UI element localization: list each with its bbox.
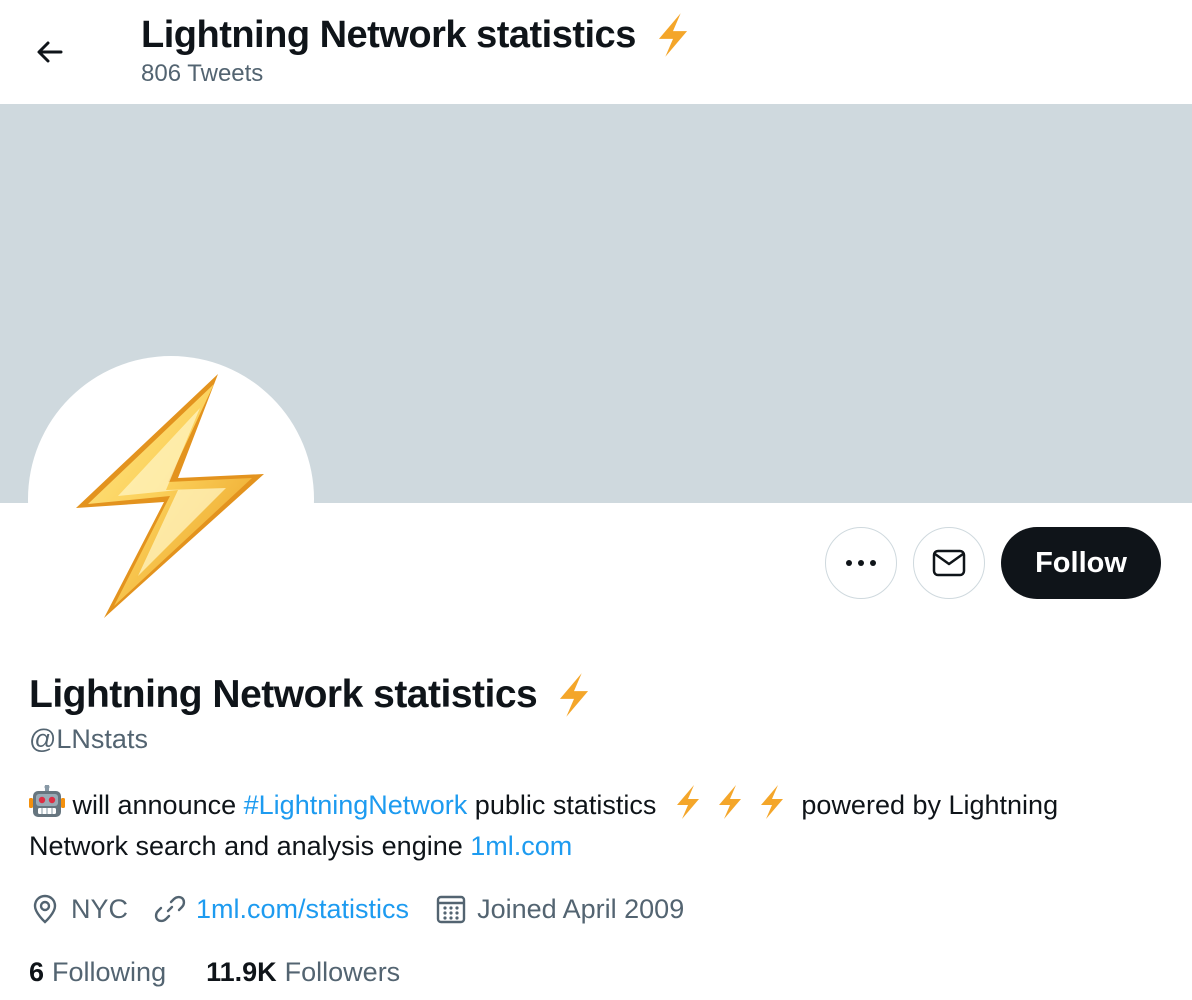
website-link[interactable]: 1ml.com/statistics [196,894,409,925]
following-count: 6 [29,956,45,987]
lightning-bolt-icon [712,784,748,820]
bio-text-2: public statistics [474,790,657,820]
lightning-bolt-icon [754,784,790,820]
lightning-bolt-icon [670,784,706,820]
back-button[interactable] [22,24,78,80]
joined-date: Joined April 2009 [477,893,685,924]
followers-label: Followers [284,956,401,987]
profile-page: Lightning Network statistics 806 Tweets [0,0,1192,1000]
more-options-button[interactable] [825,527,897,599]
tweet-count: 806 Tweets [141,60,264,87]
followers-count: 11.9K [206,956,277,987]
bio-text-1: will announce [72,790,237,820]
profile-name: Lightning Network statistics [29,673,538,716]
calendar-icon [436,895,466,924]
lightning-bolt-icon [551,672,597,718]
header-title: Lightning Network statistics [141,13,636,56]
joined-item: Joined April 2009 [435,893,684,925]
message-button[interactable] [913,527,985,599]
location-pin-icon [33,894,57,924]
profile-meta: NYC 1ml.com/statistics Joined April 2009 [29,888,710,930]
hashtag-link[interactable]: #LightningNetwork [244,790,468,820]
bolt-emojis [670,784,790,820]
location-item: NYC [29,893,128,925]
profile-handle: @LNstats [29,724,148,754]
bio-link[interactable]: 1ml.com [470,831,572,861]
more-dots-icon [846,560,876,566]
following-link[interactable]: 6 Following [29,957,166,988]
header-title-row: Lightning Network statistics [141,12,696,58]
follow-button[interactable]: Follow [1001,527,1161,599]
profile-name-row: Lightning Network statistics [29,672,597,718]
lightning-bolt-icon [650,12,696,58]
arrow-left-icon [37,41,63,63]
link-icon [154,895,186,923]
envelope-icon [932,549,966,577]
robot-icon [29,785,65,817]
lightning-bolt-avatar-icon [76,374,264,618]
following-label: Following [52,956,167,987]
profile-bio: will announce #LightningNetwork public s… [29,784,1129,867]
followers-link[interactable]: 11.9K Followers [206,957,400,988]
avatar[interactable] [28,356,314,642]
follow-counts: 6 Following 11.9K Followers [29,952,440,992]
location-text: NYC [71,893,129,924]
website-item: 1ml.com/statistics [154,893,409,925]
top-header: Lightning Network statistics 806 Tweets [0,0,1192,104]
